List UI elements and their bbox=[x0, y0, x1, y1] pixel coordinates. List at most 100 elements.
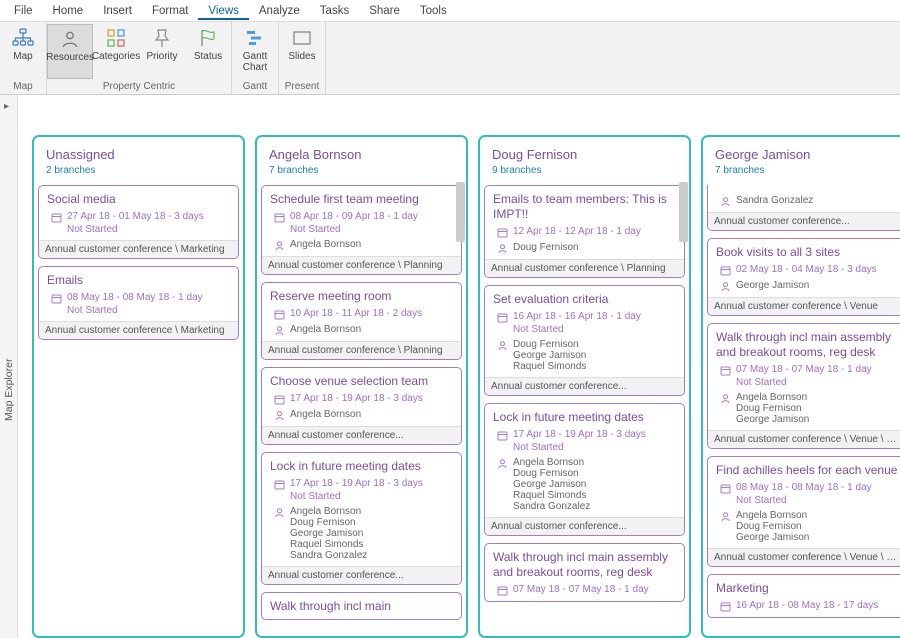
menu-tasks[interactable]: Tasks bbox=[310, 2, 359, 20]
card-breadcrumb: Annual customer conference... bbox=[485, 377, 684, 395]
card-title: Schedule first team meeting bbox=[270, 192, 453, 207]
menu-tools[interactable]: Tools bbox=[410, 2, 457, 20]
menu-share[interactable]: Share bbox=[359, 2, 410, 20]
task-card[interactable]: Emails08 May 18 - 08 May 18 - 1 dayNot S… bbox=[38, 266, 239, 340]
column-george-jamison: George Jamison7 branchesSandra GonzalezA… bbox=[701, 135, 900, 638]
menu-views[interactable]: Views bbox=[198, 2, 248, 20]
menu-file[interactable]: File bbox=[4, 2, 43, 20]
card-title: Emails bbox=[47, 273, 230, 288]
column-body: Schedule first team meeting 08 Apr 18 - 0… bbox=[257, 180, 466, 636]
card-people: Sandra Gonzalez bbox=[736, 195, 813, 206]
column-branch-count[interactable]: 9 branches bbox=[492, 165, 677, 176]
chevron-right-icon[interactable]: ▸ bbox=[4, 101, 9, 112]
calendar-icon bbox=[720, 265, 731, 276]
ribbon-group-map: Map Map bbox=[0, 22, 47, 94]
map-explorer-panel[interactable]: ▸ Map Explorer bbox=[0, 95, 18, 638]
card-date: 16 Apr 18 - 08 May 18 - 17 days bbox=[736, 600, 878, 611]
menu-insert[interactable]: Insert bbox=[93, 2, 142, 20]
column-body: Sandra GonzalezAnnual customer conferenc… bbox=[703, 180, 900, 636]
card-date-row: 07 May 18 - 07 May 18 - 1 day bbox=[493, 584, 676, 596]
card-date-row: 08 May 18 - 08 May 18 - 1 day bbox=[47, 292, 230, 304]
slide-icon bbox=[291, 27, 313, 49]
task-card[interactable]: Find achilles heels for each venue08 May… bbox=[707, 456, 900, 567]
card-date-row: 07 May 18 - 07 May 18 - 1 day bbox=[716, 364, 899, 376]
gantt-button[interactable]: Gantt Chart bbox=[232, 24, 278, 79]
task-card[interactable]: Set evaluation criteria16 Apr 18 - 16 Ap… bbox=[484, 285, 685, 396]
card-status: Not Started bbox=[270, 224, 453, 235]
side-tab-label: Map Explorer bbox=[3, 359, 15, 421]
menu-home[interactable]: Home bbox=[43, 2, 94, 20]
card-date-row: 08 Apr 18 - 09 Apr 18 - 1 day bbox=[270, 211, 453, 223]
card-title: Set evaluation criteria bbox=[493, 292, 676, 307]
card-status: Not Started bbox=[493, 442, 676, 453]
card-status: Not Started bbox=[47, 224, 230, 235]
column-branch-count[interactable]: 2 branches bbox=[46, 165, 231, 176]
categories-button[interactable]: Categories bbox=[93, 24, 139, 79]
card-people-row: Angela BornsonDoug FernisonGeorge Jamiso… bbox=[270, 506, 453, 561]
card-breadcrumb: Annual customer conference... bbox=[262, 566, 461, 584]
menu-format[interactable]: Format bbox=[142, 2, 198, 20]
calendar-icon bbox=[720, 601, 731, 612]
card-date-row: 17 Apr 18 - 19 Apr 18 - 3 days bbox=[493, 429, 676, 441]
card-people-row: Doug Fernison bbox=[493, 242, 676, 254]
status-button[interactable]: Status bbox=[185, 24, 231, 79]
task-card[interactable]: Choose venue selection team17 Apr 18 - 1… bbox=[261, 367, 462, 445]
map-icon bbox=[12, 27, 34, 49]
card-people-row: Angela BornsonDoug FernisonGeorge Jamiso… bbox=[716, 510, 899, 543]
priority-button[interactable]: Priority bbox=[139, 24, 185, 79]
task-card[interactable]: Walk through incl main assembly and brea… bbox=[707, 323, 900, 449]
card-date-row: 08 May 18 - 08 May 18 - 1 day bbox=[716, 482, 899, 494]
column-branch-count[interactable]: 7 branches bbox=[269, 165, 454, 176]
task-card[interactable]: Marketing16 Apr 18 - 08 May 18 - 17 days bbox=[707, 574, 900, 618]
calendar-icon bbox=[720, 483, 731, 494]
card-breadcrumb: Annual customer conference \ Planning bbox=[485, 259, 684, 277]
task-card[interactable]: Schedule first team meeting 08 Apr 18 - 0… bbox=[261, 185, 462, 275]
task-card[interactable]: Reserve meeting room10 Apr 18 - 11 Apr 1… bbox=[261, 282, 462, 360]
column-branch-count[interactable]: 7 branches bbox=[715, 165, 900, 176]
card-date: 08 Apr 18 - 09 Apr 18 - 1 day bbox=[290, 211, 418, 222]
person-icon bbox=[720, 393, 731, 404]
calendar-icon bbox=[497, 585, 508, 596]
task-card[interactable]: Book visits to all 3 sites02 May 18 - 04… bbox=[707, 238, 900, 316]
task-card[interactable]: Walk through incl main assembly and brea… bbox=[484, 543, 685, 602]
ribbon-btn-label: Priority bbox=[146, 51, 177, 62]
scrollbar[interactable] bbox=[679, 182, 688, 242]
person-icon bbox=[720, 281, 731, 292]
ribbon-group-label: Map bbox=[0, 79, 46, 95]
card-title: Choose venue selection team bbox=[270, 374, 453, 389]
kanban-board: Unassigned2 branchesSocial media27 Apr 1… bbox=[18, 95, 900, 638]
card-status: Not Started bbox=[270, 491, 453, 502]
calendar-icon bbox=[497, 227, 508, 238]
column-body: Social media27 Apr 18 - 01 May 18 - 3 da… bbox=[34, 180, 243, 636]
card-date-row: 27 Apr 18 - 01 May 18 - 3 days bbox=[47, 211, 230, 223]
task-card[interactable]: Walk through incl main bbox=[261, 592, 462, 620]
card-people: Angela Bornson bbox=[290, 324, 361, 335]
menu-analyze[interactable]: Analyze bbox=[249, 2, 310, 20]
person-icon bbox=[497, 243, 508, 254]
person-icon bbox=[274, 325, 285, 336]
task-card[interactable]: Social media27 Apr 18 - 01 May 18 - 3 da… bbox=[38, 185, 239, 259]
ribbon-btn-label: Map bbox=[13, 51, 32, 62]
ribbon-btn-label: Categories bbox=[92, 51, 140, 62]
grid-icon bbox=[105, 27, 127, 49]
slides-button[interactable]: Slides bbox=[279, 24, 325, 79]
task-card[interactable]: Sandra GonzalezAnnual customer conferenc… bbox=[707, 185, 900, 231]
task-card[interactable]: Lock in future meeting dates17 Apr 18 - … bbox=[484, 403, 685, 536]
flag-icon bbox=[197, 27, 219, 49]
card-breadcrumb: Annual customer conference \ Planning bbox=[262, 341, 461, 359]
card-title: Walk through incl main assembly and brea… bbox=[493, 550, 676, 580]
person-icon bbox=[497, 340, 508, 351]
resources-button[interactable]: Resources bbox=[47, 24, 93, 79]
person-icon bbox=[720, 511, 731, 522]
calendar-icon bbox=[274, 309, 285, 320]
pin-icon bbox=[151, 27, 173, 49]
card-date: 12 Apr 18 - 12 Apr 18 - 1 day bbox=[513, 226, 641, 237]
calendar-icon bbox=[274, 212, 285, 223]
task-card[interactable]: Lock in future meeting dates17 Apr 18 - … bbox=[261, 452, 462, 585]
map-button[interactable]: Map bbox=[0, 24, 46, 79]
card-people: Angela BornsonDoug FernisonGeorge Jamiso… bbox=[736, 510, 809, 543]
person-icon bbox=[497, 458, 508, 469]
task-card[interactable]: Emails to team members: This is IMPT!!12… bbox=[484, 185, 685, 278]
ribbon-group-label: Property Centric bbox=[47, 79, 231, 95]
scrollbar[interactable] bbox=[456, 182, 465, 242]
